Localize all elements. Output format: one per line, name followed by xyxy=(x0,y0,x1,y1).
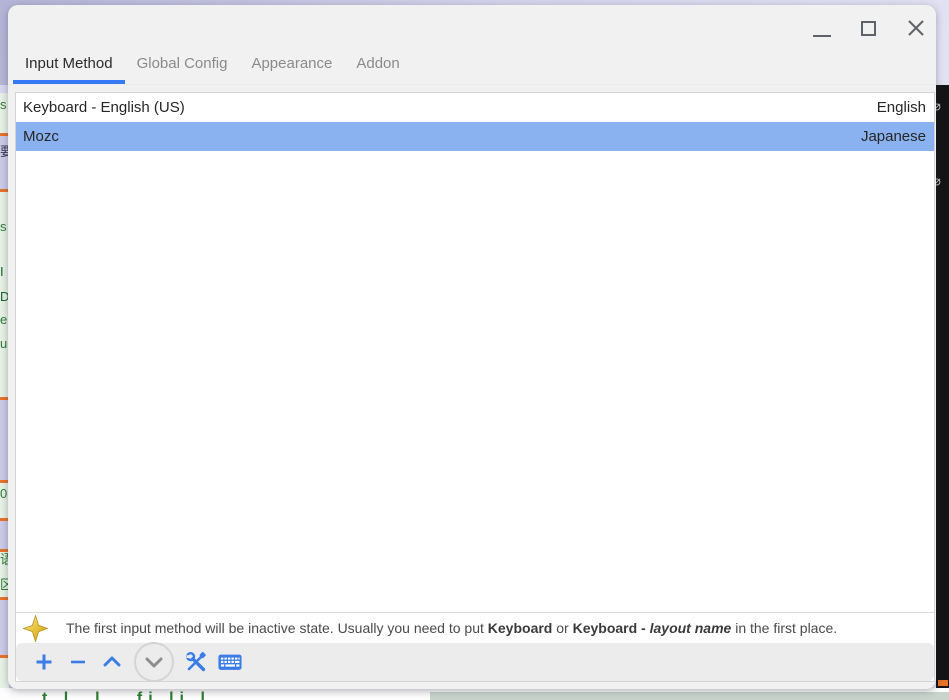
hint-segment: or xyxy=(552,620,572,636)
background-clipped-text: t l l fi li l xyxy=(42,690,211,700)
background-glyph: s xyxy=(0,220,7,233)
minus-icon xyxy=(69,653,87,671)
minimize-icon xyxy=(813,35,831,37)
input-method-language: Japanese xyxy=(861,128,926,145)
input-method-list: Keyboard - English (US)EnglishMozcJapane… xyxy=(16,93,934,612)
keyboard-layout-button[interactable] xyxy=(218,650,242,674)
plus-icon xyxy=(34,652,54,672)
background-glyph: e xyxy=(0,313,7,326)
hint-segment: in the first place. xyxy=(731,620,837,636)
hint-text: The first input method will be inactive … xyxy=(66,620,837,636)
input-method-row[interactable]: Keyboard - English (US)English xyxy=(16,93,934,122)
move-down-button[interactable] xyxy=(134,642,174,682)
input-method-name: Mozc xyxy=(23,128,861,145)
maximize-button[interactable] xyxy=(861,21,876,36)
background-glyph: s xyxy=(0,98,7,111)
hint-segment: layout name xyxy=(650,620,732,636)
background-glyph: ∅ xyxy=(936,100,941,115)
input-method-name: Keyboard - English (US) xyxy=(23,99,877,116)
hint-segment: Keyboard - xyxy=(573,620,650,636)
chevron-down-icon xyxy=(143,651,165,673)
keyboard-icon xyxy=(218,652,242,672)
background-glyph: u xyxy=(0,337,7,350)
add-button[interactable] xyxy=(32,650,56,674)
sparkle-star-icon xyxy=(23,615,48,642)
background-bottom-sliver: t l l fi li l xyxy=(0,688,949,700)
titlebar xyxy=(8,5,936,48)
content-panel: Keyboard - English (US)EnglishMozcJapane… xyxy=(15,92,935,682)
chevron-up-icon xyxy=(101,651,123,673)
background-glyph: 0 xyxy=(0,487,7,500)
tab-input-method[interactable]: Input Method xyxy=(13,48,125,84)
tab-bar: Input MethodGlobal ConfigAppearanceAddon xyxy=(8,48,936,85)
hint-segment: Keyboard xyxy=(488,620,553,636)
toolbar xyxy=(16,643,934,681)
configure-button[interactable] xyxy=(184,650,208,674)
fcitx-config-window: Input MethodGlobal ConfigAppearanceAddon… xyxy=(8,5,936,689)
maximize-icon xyxy=(861,21,876,36)
tab-global-config[interactable]: Global Config xyxy=(125,48,240,84)
hint-segment: The first input method will be inactive … xyxy=(66,620,488,636)
tools-icon xyxy=(185,651,207,673)
background-orange-mark xyxy=(938,680,948,686)
input-method-row[interactable]: MozcJapanese xyxy=(16,122,934,151)
tab-appearance[interactable]: Appearance xyxy=(239,48,344,84)
window-controls xyxy=(813,5,926,51)
close-button[interactable] xyxy=(906,18,926,38)
minimize-button[interactable] xyxy=(813,19,831,37)
hint-row: The first input method will be inactive … xyxy=(16,612,934,643)
close-icon xyxy=(906,18,926,38)
tab-addon[interactable]: Addon xyxy=(344,48,411,84)
remove-button[interactable] xyxy=(66,650,90,674)
background-gray-bar xyxy=(430,692,949,700)
input-method-language: English xyxy=(877,99,926,116)
move-up-button[interactable] xyxy=(100,650,124,674)
background-glyph: ∅ xyxy=(936,175,941,190)
background-glyph: I xyxy=(0,265,4,278)
background-terminal-sliver: ∅∅ xyxy=(936,85,949,690)
screen: s要sIDeu0语区 ∅∅ t l l fi li l I xyxy=(0,0,949,700)
